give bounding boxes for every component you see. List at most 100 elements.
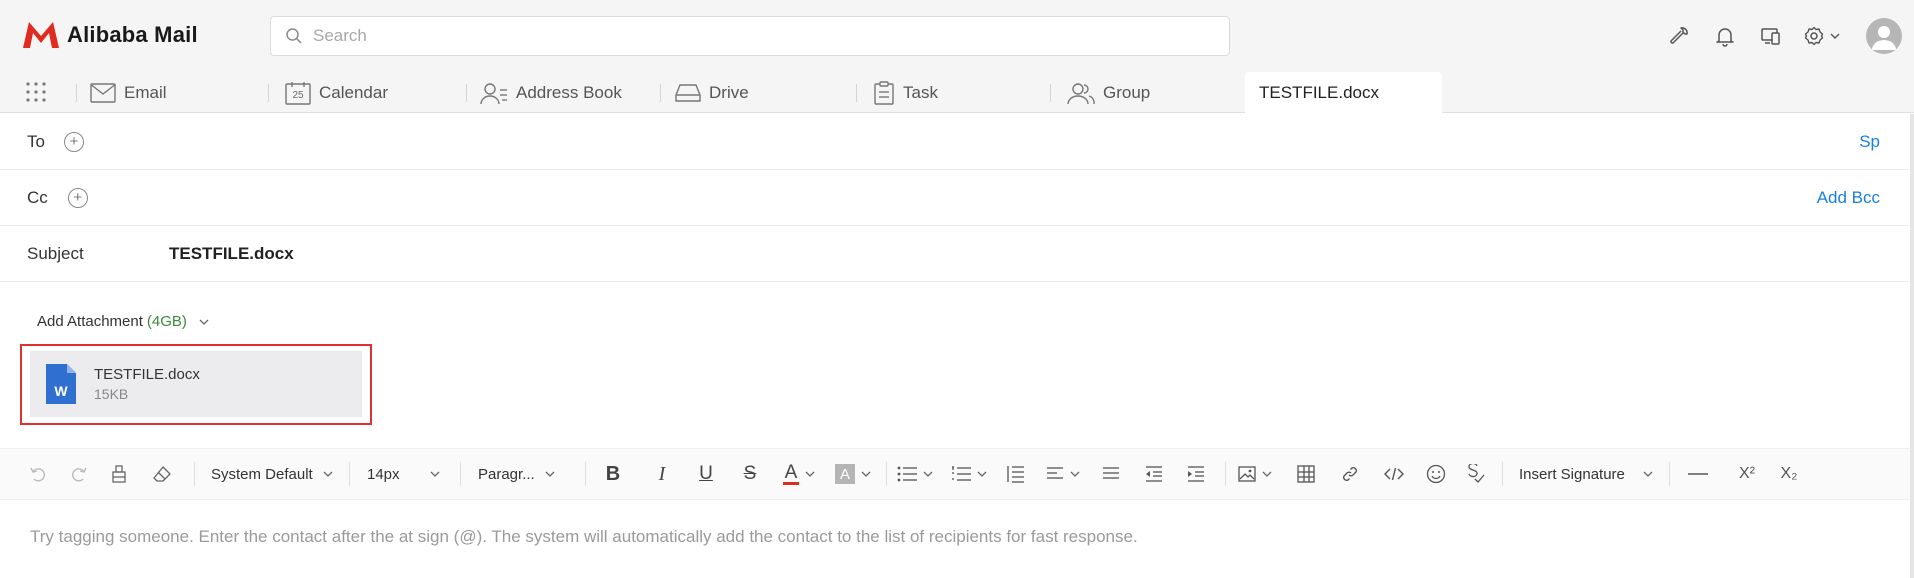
attachment-card[interactable]: W TESTFILE.docx 15KB	[30, 351, 362, 417]
insert-signature-select[interactable]: Insert Signature	[1503, 448, 1669, 500]
align-left-icon	[1047, 467, 1063, 479]
gear-icon	[1804, 26, 1824, 46]
editor-toolbar: System Default 14px Paragr... B I U S A …	[0, 448, 1910, 500]
nav-item-calendar[interactable]: 25 Calendar	[285, 72, 388, 113]
avatar[interactable]	[1866, 18, 1902, 54]
underline-glyph: U	[699, 463, 713, 484]
justify-button[interactable]	[1091, 448, 1131, 500]
font-family-value: System Default	[211, 465, 313, 483]
font-family-select[interactable]: System Default	[195, 448, 349, 500]
attachment-name: TESTFILE.docx	[94, 366, 200, 383]
chevron-down-icon	[1262, 471, 1272, 477]
bell-icon[interactable]	[1702, 16, 1748, 56]
align-button[interactable]	[1035, 448, 1091, 500]
italic-button[interactable]: I	[640, 448, 684, 500]
chevron-down-icon	[1643, 471, 1653, 477]
attachment-size: 15KB	[94, 386, 129, 402]
text-color-button[interactable]: A	[772, 448, 826, 500]
clipboard-icon	[874, 80, 894, 105]
italic-glyph: I	[658, 462, 666, 485]
block-format-select[interactable]: Paragr...	[461, 448, 585, 500]
underline-button[interactable]: U	[684, 448, 728, 500]
to-field-row[interactable]: To + Sp	[0, 114, 1910, 170]
chevron-down-icon	[1070, 471, 1080, 477]
smiley-icon	[1426, 464, 1446, 484]
apps-grid-icon[interactable]	[25, 81, 47, 103]
cc-field-row[interactable]: Cc + Add Bcc	[0, 170, 1910, 226]
insert-link-button[interactable]	[1328, 448, 1372, 500]
eraser-icon[interactable]	[142, 448, 182, 500]
tab-compose-testfile[interactable]: TESTFILE.docx	[1245, 72, 1442, 113]
subject-field-row[interactable]: Subject TESTFILE.docx	[0, 226, 1910, 282]
wrench-icon[interactable]	[1656, 16, 1702, 56]
outdent-button[interactable]	[1131, 448, 1177, 500]
nav-item-drive[interactable]: Drive	[675, 72, 749, 113]
nav-divider	[268, 84, 269, 102]
scrollbar[interactable]	[1910, 114, 1914, 578]
header-actions	[1656, 16, 1914, 56]
chevron-down-icon	[430, 471, 439, 477]
compose-form: To + Sp Cc + Add Bcc Subject TESTFILE.do…	[0, 114, 1910, 546]
add-cc-icon[interactable]: +	[67, 187, 88, 208]
strikethrough-button[interactable]: S	[728, 448, 772, 500]
nav-label: Group	[1103, 82, 1151, 102]
subject-input[interactable]: TESTFILE.docx	[169, 244, 294, 264]
body-editor-placeholder[interactable]: Try tagging someone. Enter the contact a…	[30, 527, 1138, 547]
font-size-select[interactable]: 14px	[350, 448, 460, 500]
code-icon	[1384, 467, 1404, 481]
nav-item-email[interactable]: Email	[90, 72, 167, 113]
highlight-color-icon: A	[835, 464, 855, 484]
highlight-color-button[interactable]: A	[826, 448, 880, 500]
nav-divider	[660, 84, 661, 102]
nav-label: Drive	[709, 82, 749, 102]
devices-icon[interactable]	[1748, 16, 1794, 56]
bullet-list-button[interactable]	[887, 448, 943, 500]
brand-logo[interactable]: Alibaba Mail	[21, 20, 198, 50]
line-height-button[interactable]	[995, 448, 1035, 500]
brand-name: Alibaba Mail	[67, 22, 198, 47]
nav-label: Email	[124, 82, 167, 102]
numbered-list-button[interactable]	[943, 448, 995, 500]
spellcheck-icon	[1468, 464, 1485, 483]
superscript-button[interactable]: X²	[1726, 448, 1768, 500]
add-attachment-button[interactable]: Add Attachment (4GB)	[37, 313, 209, 330]
undo-icon[interactable]	[14, 448, 62, 500]
word-file-icon: W	[46, 364, 76, 404]
font-size-value: 14px	[367, 465, 400, 483]
bold-button[interactable]: B	[586, 448, 640, 500]
settings-menu[interactable]	[1794, 16, 1850, 56]
subscript-button[interactable]: X₂	[1768, 448, 1810, 500]
source-code-button[interactable]	[1372, 448, 1416, 500]
spellcheck-button[interactable]	[1456, 448, 1494, 500]
to-label: To	[27, 131, 45, 151]
outdent-icon	[1146, 466, 1162, 482]
attachment-highlight: W TESTFILE.docx 15KB	[20, 344, 372, 425]
chevron-down-icon	[861, 471, 871, 477]
redo-icon[interactable]	[62, 448, 96, 500]
insert-image-button[interactable]	[1226, 448, 1284, 500]
subscript-glyph: X₂	[1780, 465, 1798, 482]
indent-button[interactable]	[1177, 448, 1215, 500]
emoji-button[interactable]	[1416, 448, 1456, 500]
horizontal-rule-button[interactable]	[1670, 448, 1726, 500]
add-attachment-label: Add Attachment	[37, 313, 143, 330]
nav-item-address-book[interactable]: Address Book	[480, 72, 622, 113]
nav-label: Task	[903, 82, 938, 102]
insert-signature-label: Insert Signature	[1519, 465, 1625, 483]
numbered-list-icon	[952, 466, 971, 481]
block-format-value: Paragr...	[478, 465, 535, 483]
indent-icon	[1188, 466, 1204, 482]
line-height-icon	[1007, 466, 1024, 483]
nav-item-group[interactable]: Group	[1065, 72, 1150, 113]
separate-send-link[interactable]: Sp	[1859, 132, 1880, 152]
nav-label: Calendar	[319, 82, 388, 102]
add-recipient-icon[interactable]: +	[63, 131, 84, 152]
nav-item-task[interactable]: Task	[873, 72, 938, 113]
search-input[interactable]	[313, 26, 1193, 46]
subject-label: Subject	[27, 243, 84, 263]
search-box[interactable]	[270, 16, 1230, 56]
insert-table-button[interactable]	[1284, 448, 1328, 500]
format-painter-icon[interactable]	[96, 448, 142, 500]
nav-label: Address Book	[516, 82, 622, 102]
add-bcc-link[interactable]: Add Bcc	[1817, 188, 1880, 208]
